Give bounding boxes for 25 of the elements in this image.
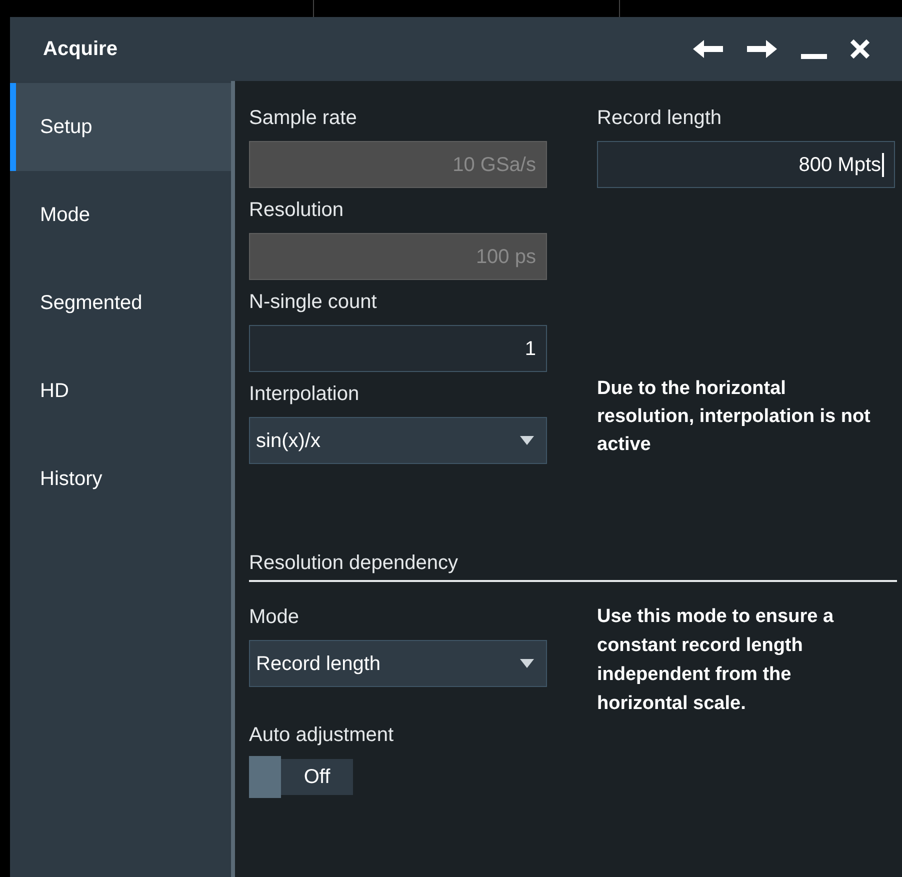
input-field[interactable]: 1 (249, 325, 547, 372)
mode-dropdown[interactable]: Record length (249, 640, 547, 687)
field-label: Sample rate (249, 106, 358, 131)
forward-arrow-icon[interactable] (745, 38, 779, 60)
back-arrow-icon[interactable] (691, 38, 725, 60)
field-label: N-single count (249, 290, 378, 315)
dropdown-arrow-icon (520, 436, 534, 445)
field-label: Resolution (249, 198, 345, 223)
sidebar-tab[interactable]: History (10, 435, 231, 523)
sidebar-tab[interactable]: Setup (10, 83, 231, 171)
section-heading: Resolution dependency (249, 552, 458, 574)
close-icon[interactable] (849, 38, 871, 60)
dropdown-arrow-icon (520, 659, 534, 668)
field-label: Mode (249, 605, 300, 630)
field-label: Record length (597, 106, 723, 131)
sidebar-tab[interactable]: Mode (10, 171, 231, 259)
info-note: Use this mode to ensure a constant record length independent from the horizontal scale. (597, 605, 835, 716)
info-note: Due to the horizontal resolution, interpolation is not active (597, 377, 872, 457)
field-label: Interpolation (249, 382, 360, 407)
input-field[interactable]: 800 Mpts (597, 141, 895, 188)
window-title: Acquire (43, 37, 118, 62)
interpolation-dropdown[interactable]: sin(x)/x (249, 417, 547, 464)
sidebar-tab[interactable]: HD (10, 347, 231, 435)
field-label: Auto adjustment (249, 723, 395, 748)
sidebar-tab[interactable]: Segmented (10, 259, 231, 347)
